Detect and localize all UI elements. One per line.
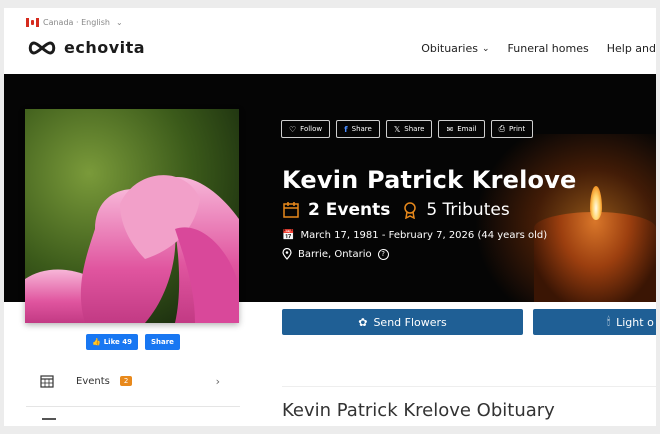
button-label: Send Flowers [373,315,447,329]
lotus-flower-image [25,109,239,323]
chevron-down-icon: ⌄ [482,43,490,54]
facebook-icon: f [344,124,348,134]
location-text: Barrie, Ontario [298,248,372,260]
nav-label: Obituaries [421,42,478,55]
award-ribbon-icon [404,202,417,219]
facebook-like-button[interactable]: 👍 Like 49 [86,334,138,350]
locale-label: Canada · English [43,17,110,27]
brand-logo[interactable]: echovita [26,38,145,57]
help-icon[interactable]: ? [377,248,389,260]
facebook-share-widget-button[interactable]: Share [144,334,180,350]
content-divider [282,386,656,387]
heart-icon: ♡ [289,124,297,134]
like-label: Like 49 [103,338,132,346]
infinity-logo-icon [28,40,56,55]
calendar-icon [283,202,299,218]
button-label: Follow [300,125,323,133]
page-frame: Canada · English ⌄ echovita Obituaries ⌄… [4,8,656,426]
facebook-widgets: 👍 Like 49 Share [86,334,180,350]
deceased-photo [25,109,239,323]
thumbs-up-icon: 👍 [92,338,101,346]
life-dates: 📅 March 17, 1981 - February 7, 2026 (44 … [282,230,547,241]
light-candle-button[interactable]: 🕯 Light o [533,309,656,335]
sidebar-item-label: Events [76,375,110,387]
sidebar-item-events[interactable]: Events 2 › [40,374,220,388]
button-label: Share [404,125,425,133]
follow-button[interactable]: ♡ Follow [281,120,331,138]
email-button[interactable]: ✉ Email [438,120,485,138]
main-nav: Obituaries ⌄ Funeral homes Help and [421,42,656,55]
candle-icon: 🕯 [607,315,611,328]
printer-icon: ⎙ [498,124,506,133]
flower-icon: ✿ [358,315,368,329]
brand-name: echovita [64,38,146,57]
events-count-link[interactable]: 2 Events [308,200,390,220]
candle-image [534,212,656,302]
sidebar-divider [26,406,240,407]
x-share-button[interactable]: 𝕏 Share [385,120,433,138]
button-label: Email [457,125,477,133]
calendar-small-icon: 📅 [282,230,295,241]
print-button[interactable]: ⎙ Print [490,120,534,138]
envelope-icon: ✉ [446,124,454,134]
events-badge: 2 [119,376,133,386]
x-icon: 𝕏 [393,124,401,134]
nav-item-obituaries[interactable]: Obituaries ⌄ [421,42,489,55]
facebook-share-button[interactable]: f Share [336,120,380,138]
chevron-down-icon: ⌄ [115,17,123,27]
button-label: Share [351,125,372,133]
canada-flag-icon [26,17,39,27]
dates-text: March 17, 1981 - February 7, 2026 (44 ye… [300,230,548,241]
button-label: Light o [616,315,654,329]
next-sidebar-icon [42,418,56,424]
share-label: Share [150,338,174,346]
map-pin-icon [282,248,292,260]
location: Barrie, Ontario ? [282,248,389,260]
calendar-grid-icon [40,375,54,388]
deceased-name: Kevin Patrick Krelove [282,166,577,194]
obituary-heading: Kevin Patrick Krelove Obituary [282,400,555,421]
site-header: echovita Obituaries ⌄ Funeral homes Help… [4,32,656,74]
nav-item-help[interactable]: Help and [607,42,656,55]
locale-selector[interactable]: Canada · English ⌄ [26,15,123,29]
send-flowers-button[interactable]: ✿ Send Flowers [282,309,523,335]
tributes-count-link[interactable]: 5 Tributes [426,200,509,220]
nav-item-funeral-homes[interactable]: Funeral homes [508,42,589,55]
chevron-right-icon: › [215,374,220,388]
button-label: Print [509,125,526,133]
memorial-stats: 2 Events 5 Tributes [282,200,510,220]
share-toolbar: ♡ Follow f Share 𝕏 Share ✉ Email ⎙ Print [281,120,534,138]
